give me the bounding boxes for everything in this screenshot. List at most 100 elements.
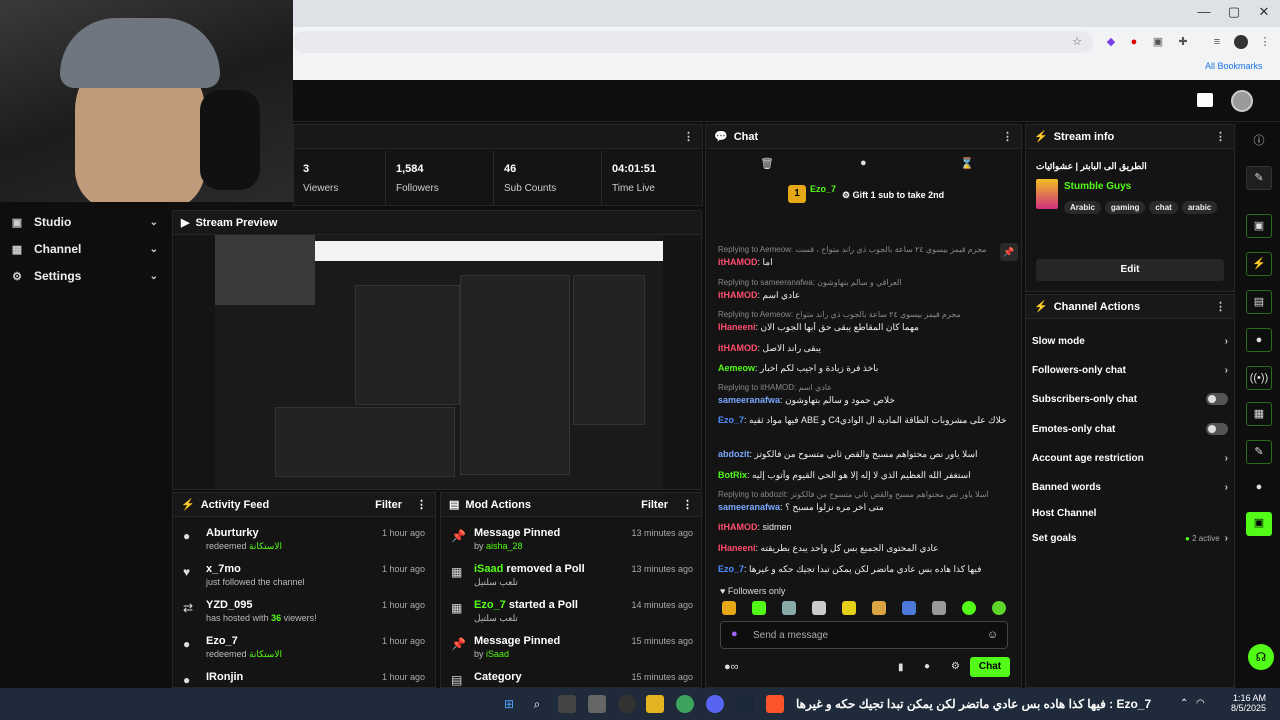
tag[interactable]: gaming (1104, 201, 1146, 214)
task-view-icon[interactable] (558, 695, 576, 713)
search-icon[interactable]: ⌕ (528, 695, 546, 713)
chrome-icon[interactable] (676, 695, 694, 713)
clock[interactable]: 1:16 AM 8/5/2025 (1218, 693, 1266, 713)
points-icon[interactable]: ●∞ (724, 661, 739, 673)
wrench-icon[interactable]: ✎ (1246, 440, 1272, 464)
stream-preview-video[interactable] (215, 235, 663, 489)
broadcast-icon[interactable]: ((•)) (1246, 366, 1272, 390)
kebab-menu-icon[interactable]: ⋮ (1215, 130, 1226, 143)
chat-mode-icon[interactable]: ● (860, 157, 867, 169)
chat-user[interactable]: BotRix (718, 470, 747, 480)
extension-grid-icon[interactable]: ▣ (1151, 35, 1165, 49)
user-avatar[interactable] (1231, 90, 1253, 112)
chat-send-button[interactable]: Chat (970, 657, 1010, 677)
feed-user[interactable]: Ezo_7 (206, 635, 238, 647)
brave-icon[interactable] (766, 695, 784, 713)
chat-user[interactable]: sameeranafwa (718, 502, 780, 512)
emote[interactable] (722, 601, 736, 615)
kebab-menu-icon[interactable]: ⋮ (683, 130, 694, 143)
emote[interactable] (872, 601, 886, 615)
action-followers-only[interactable]: Followers-only chat › (1032, 360, 1228, 380)
sidebar-item-settings[interactable]: ⚙ Settings ⌄ (0, 263, 172, 289)
extensions-puzzle-icon[interactable]: ✚ (1176, 35, 1190, 49)
microphone-icon[interactable]: ● (731, 628, 738, 640)
edit-stream-button[interactable]: Edit (1036, 259, 1224, 281)
store-icon[interactable] (588, 695, 606, 713)
maximize-icon[interactable]: ▢ (1224, 4, 1244, 22)
pencil-icon[interactable]: ✎ (1246, 166, 1272, 190)
address-bar[interactable] (293, 31, 1093, 53)
info-icon[interactable]: ⓘ (1246, 130, 1272, 154)
mod-user[interactable]: iSaad (486, 649, 509, 659)
mod-user[interactable]: iSaad (474, 563, 503, 575)
filter-button[interactable]: Filter (375, 499, 402, 511)
feed-user[interactable]: Aburturky (206, 527, 259, 539)
tag[interactable]: arabic (1181, 201, 1218, 214)
mod-user[interactable]: aisha_28 (486, 541, 523, 551)
emote[interactable] (812, 601, 826, 615)
emoji-icon[interactable]: ☺ (987, 629, 998, 641)
minimize-icon[interactable]: — (1194, 4, 1214, 22)
kebab-menu-icon[interactable]: ⋮ (682, 498, 693, 511)
action-set-goals[interactable]: Set goals ● 2 active › (1032, 528, 1228, 548)
monitor-icon[interactable]: ▦ (1246, 402, 1272, 426)
emote[interactable] (782, 601, 796, 615)
kebab-menu-icon[interactable]: ⋮ (1002, 130, 1013, 143)
subscribers-only-toggle[interactable] (1206, 393, 1228, 405)
mod-user[interactable]: Ezo_7 (474, 599, 506, 611)
system-tray-icon[interactable]: ⌃ (1180, 698, 1188, 709)
sidebar-item-studio[interactable]: ▣ Studio ⌄ (0, 209, 172, 235)
feed-user[interactable]: YZD_095 (206, 599, 252, 611)
chat-input[interactable]: ● Send a message ☺ (720, 621, 1008, 649)
chat-bubble-icon[interactable]: ● (924, 661, 930, 672)
kebab-menu-icon[interactable]: ⋮ (1215, 300, 1226, 313)
sidebar-item-channel[interactable]: ▦ Channel ⌄ (0, 236, 172, 262)
action-account-age[interactable]: Account age restriction › (1032, 448, 1228, 468)
chat-user[interactable]: itHAMOD (718, 522, 758, 532)
support-headset-icon[interactable]: ☊ (1248, 644, 1274, 670)
timer-icon[interactable]: ▮ (898, 662, 904, 673)
users-icon[interactable]: ● (1246, 476, 1272, 500)
close-icon[interactable]: ✕ (1254, 4, 1274, 22)
chat-user[interactable]: IHaneeni (718, 322, 756, 332)
tag[interactable]: Arabic (1064, 201, 1101, 214)
folder-icon[interactable] (646, 695, 664, 713)
stream-category[interactable]: Stumble Guys (1064, 181, 1131, 192)
profile-avatar[interactable] (1234, 35, 1248, 49)
chat-user[interactable]: sameeranafwa (718, 395, 780, 405)
document-icon[interactable]: ▤ (1246, 290, 1272, 314)
chat-user[interactable]: Ezo_7 (718, 564, 744, 574)
tag[interactable]: chat (1149, 201, 1178, 214)
chat-user[interactable]: itHAMOD (718, 257, 758, 267)
category-thumbnail[interactable] (1036, 179, 1058, 209)
chat-panel-icon[interactable]: ▣ (1246, 214, 1272, 238)
extension-block-icon[interactable]: ● (1127, 35, 1141, 49)
action-banned-words[interactable]: Banned words › (1032, 477, 1228, 497)
feed-user[interactable]: IRonjin (206, 671, 243, 683)
all-bookmarks[interactable]: All Bookmarks (1205, 61, 1263, 71)
steam-icon[interactable] (736, 695, 754, 713)
chat-user[interactable]: itHAMOD (718, 343, 758, 353)
lightning-icon[interactable]: ⚡ (1246, 252, 1272, 276)
chat-bubble-icon[interactable]: ● (1246, 328, 1272, 352)
chat-user[interactable]: itHAMOD (718, 290, 758, 300)
kebab-menu-icon[interactable]: ⋮ (416, 498, 427, 511)
emote[interactable] (992, 601, 1006, 615)
chat-user[interactable]: abdozit (718, 449, 750, 459)
filter-button[interactable]: Filter (641, 499, 668, 511)
discord-icon[interactable] (706, 695, 724, 713)
emote[interactable] (842, 601, 856, 615)
media-icon[interactable]: ≡ (1210, 35, 1224, 49)
emote[interactable] (962, 601, 976, 615)
chat-user[interactable]: IHaneeni (718, 543, 756, 553)
windows-start-icon[interactable]: ⊞ (500, 695, 518, 713)
gift-sub-banner[interactable]: 1 Ezo_7 ⚙ Gift 1 sub to take 2nd (706, 177, 1021, 223)
emote[interactable] (752, 601, 766, 615)
kick-logo-icon[interactable] (1197, 93, 1213, 107)
wifi-icon[interactable]: ◠ (1196, 698, 1205, 709)
action-host-channel[interactable]: Host Channel (1032, 503, 1228, 523)
gift-user[interactable]: Ezo_7 (810, 184, 836, 194)
chat-user[interactable]: Ezo_7 (718, 415, 744, 425)
feed-user[interactable]: x_7mo (206, 563, 241, 575)
emotes-only-toggle[interactable] (1206, 423, 1228, 435)
